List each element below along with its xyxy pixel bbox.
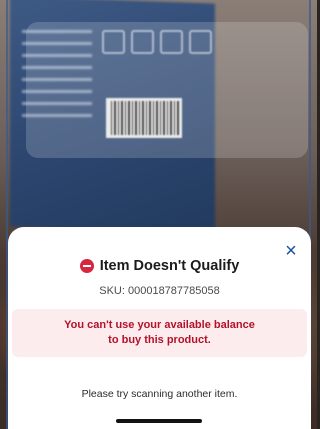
hint-text: Please try scanning another item. bbox=[81, 388, 238, 400]
sheet-title: Item Doesn't Qualify bbox=[99, 258, 240, 274]
alert-banner: You can't use your available balance to … bbox=[12, 309, 307, 357]
no-entry-icon bbox=[79, 259, 94, 273]
sku-label: SKU: 000018787785058 bbox=[99, 285, 220, 297]
item-not-qualified-sheet: × Item Doesn't Qualify SKU: 000018787785… bbox=[8, 227, 311, 429]
sheet-title-row: Item Doesn't Qualify bbox=[8, 258, 311, 274]
scan-area-highlight bbox=[26, 22, 308, 158]
home-indicator[interactable] bbox=[116, 419, 202, 423]
alert-message: You can't use your available balance to … bbox=[64, 319, 255, 346]
